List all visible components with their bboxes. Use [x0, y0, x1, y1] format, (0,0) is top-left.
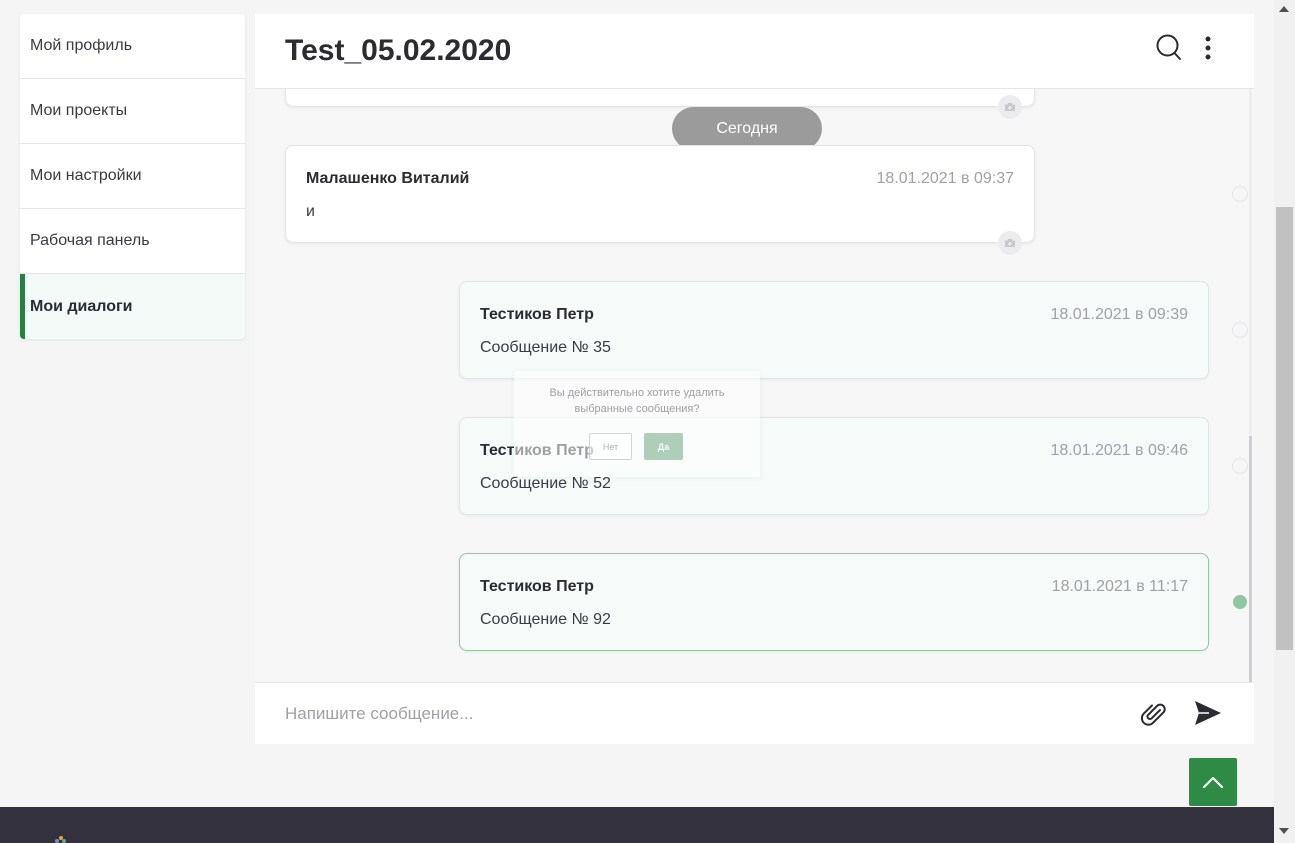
message-time: 18.01.2021 в 11:17 — [1051, 578, 1188, 595]
sidebar: Мой профиль Мои проекты Мои настройки Ра… — [20, 14, 245, 339]
send-icon[interactable] — [1193, 699, 1223, 732]
chat-title: Test_05.02.2020 — [285, 34, 512, 67]
camera-icon[interactable] — [998, 95, 1022, 119]
message-text: и — [306, 203, 315, 220]
confirm-no-button[interactable]: Нет — [589, 433, 632, 460]
sidebar-item-projects[interactable]: Мои проекты — [20, 79, 245, 144]
message-author: Тестиков Петр — [480, 306, 594, 323]
delete-confirm-dialog: Вы действительно хотите удалить выбранны… — [514, 371, 760, 477]
scroll-to-top-button[interactable] — [1189, 758, 1237, 806]
scroll-down-arrow-icon[interactable] — [1279, 828, 1289, 834]
message-author: Тестиков Петр — [480, 578, 594, 595]
logo-icon — [55, 836, 66, 843]
search-icon[interactable] — [1156, 34, 1182, 67]
message-author: Малашенко Виталий — [306, 170, 470, 187]
message-composer — [255, 682, 1254, 744]
message-time: 18.01.2021 в 09:46 — [1050, 442, 1188, 459]
message-partial[interactable] — [285, 89, 1035, 107]
message-item[interactable]: Тестиков Петр 18.01.2021 в 09:39 Сообщен… — [459, 281, 1209, 379]
message-time: 18.01.2021 в 09:37 — [876, 170, 1014, 187]
message-text: Сообщение № 35 — [480, 339, 611, 356]
chat-header: Test_05.02.2020 — [255, 14, 1254, 89]
page-scrollbar-thumb[interactable] — [1276, 207, 1293, 650]
footer — [0, 807, 1274, 843]
message-list-scrollbar[interactable] — [1249, 89, 1252, 682]
sidebar-item-dialogs[interactable]: Мои диалоги — [20, 274, 245, 339]
message-time: 18.01.2021 в 09:39 — [1050, 306, 1188, 323]
day-separator: Сегодня — [672, 107, 822, 150]
sidebar-item-settings[interactable]: Мои настройки — [20, 144, 245, 209]
paperclip-icon[interactable] — [1140, 700, 1168, 733]
message-select-dot[interactable] — [1232, 458, 1248, 474]
message-input[interactable] — [285, 699, 1105, 729]
delete-confirm-text: Вы действительно хотите удалить выбранны… — [549, 387, 725, 415]
scroll-up-arrow-icon[interactable] — [1279, 6, 1289, 12]
message-text: Сообщение № 52 — [480, 475, 611, 492]
sidebar-item-profile[interactable]: Мой профиль — [20, 14, 245, 79]
chat-panel: Test_05.02.2020 Сегодня Малашенко Витали… — [255, 14, 1254, 744]
camera-icon[interactable] — [998, 231, 1022, 255]
message-list-scrollbar-thumb[interactable] — [1249, 436, 1252, 682]
confirm-yes-button[interactable]: Да — [644, 433, 683, 460]
more-vertical-icon[interactable] — [1204, 36, 1212, 67]
page-scrollbar[interactable] — [1274, 0, 1295, 843]
chevron-up-icon — [1202, 776, 1224, 789]
message-select-dot-checked[interactable] — [1233, 595, 1247, 609]
message-select-dot[interactable] — [1232, 186, 1248, 202]
sidebar-item-dashboard[interactable]: Рабочая панель — [20, 209, 245, 274]
message-list[interactable]: Сегодня Малашенко Виталий 18.01.2021 в 0… — [255, 89, 1254, 682]
message-item-selected[interactable]: Тестиков Петр 18.01.2021 в 11:17 Сообщен… — [459, 553, 1209, 651]
message-text: Сообщение № 92 — [480, 611, 611, 628]
message-item[interactable]: Малашенко Виталий 18.01.2021 в 09:37 и — [285, 145, 1035, 243]
message-select-dot[interactable] — [1232, 322, 1248, 338]
